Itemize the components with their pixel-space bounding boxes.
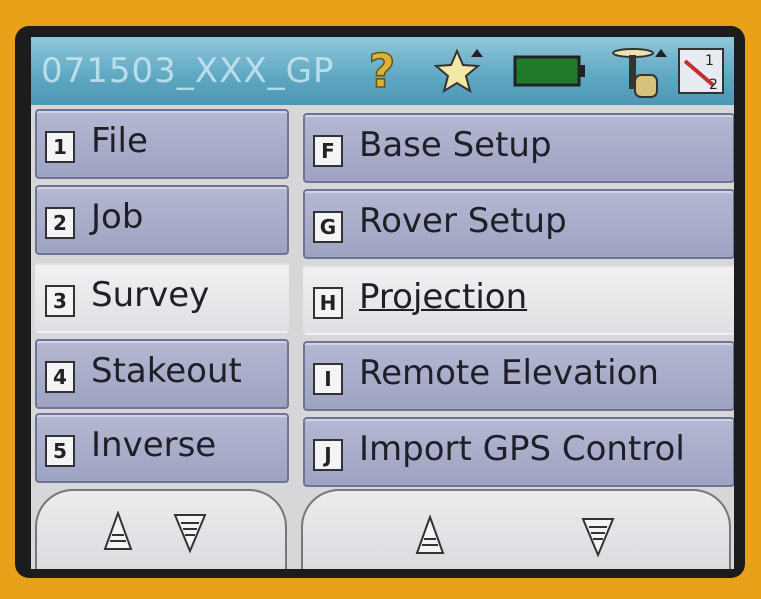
hotkey-2: 2: [45, 207, 75, 239]
menu-import-gps-control-label: Import GPS Control: [359, 429, 685, 469]
menu-import-gps-control-button[interactable]: J Import GPS Control: [303, 417, 734, 487]
svg-text:2: 2: [709, 77, 718, 93]
menu-remote-elevation-label: Remote Elevation: [359, 353, 659, 393]
hotkey-5: 5: [45, 435, 75, 467]
hotkey-1: 1: [45, 131, 75, 163]
menu-stakeout-button[interactable]: 4 Stakeout: [35, 339, 289, 409]
menu-job-label: Job: [91, 197, 144, 237]
menu-base-setup-label: Base Setup: [359, 125, 552, 165]
menu-inverse-label: Inverse: [91, 425, 217, 465]
hotkey-4: 4: [45, 361, 75, 393]
menu-base-setup-button[interactable]: F Base Setup: [303, 113, 734, 183]
menu-file-label: File: [91, 121, 148, 161]
left-scroll-panel: [35, 489, 287, 569]
right-scroll-panel: [301, 489, 731, 569]
help-icon[interactable]: ?: [361, 45, 403, 97]
menu-inverse-button[interactable]: 5 Inverse: [35, 413, 289, 483]
menu-rover-setup-label: Rover Setup: [359, 201, 567, 241]
hotkey-j: J: [313, 439, 343, 471]
menu-projection-label: Projection: [359, 277, 528, 317]
menu-file-button[interactable]: 1 File: [35, 109, 289, 179]
title-bar: 071503_XXX_GP ? 1 2: [31, 37, 734, 105]
battery-icon: [513, 55, 585, 87]
svg-text:1: 1: [705, 53, 714, 69]
device-screen: 071503_XXX_GP ? 1 2 1 File 2 Job 3 Surve…: [31, 37, 734, 569]
gps-antenna-icon: [612, 48, 667, 98]
page-up-arrow-icon[interactable]: [415, 515, 445, 557]
menu-projection-button[interactable]: H Projection: [303, 265, 734, 335]
menu-rover-setup-button[interactable]: G Rover Setup: [303, 189, 734, 259]
hotkey-f: F: [313, 135, 343, 167]
menu-survey-button[interactable]: 3 Survey: [35, 263, 289, 333]
hotkey-3: 3: [45, 285, 75, 317]
scroll-up-arrow-icon[interactable]: [103, 511, 133, 553]
hotkey-i: I: [313, 363, 343, 395]
svg-text:?: ?: [369, 45, 396, 97]
page-down-arrow-icon[interactable]: [581, 515, 615, 557]
job-name: 071503_XXX_GP: [41, 51, 335, 91]
scroll-down-arrow-icon[interactable]: [173, 511, 207, 553]
switch-screen-icon[interactable]: 1 2: [677, 45, 727, 97]
menu-remote-elevation-button[interactable]: I Remote Elevation: [303, 341, 734, 411]
hotkey-h: H: [313, 287, 343, 319]
menu-job-button[interactable]: 2 Job: [35, 185, 289, 255]
favorites-star-icon[interactable]: [433, 45, 495, 99]
menu-stakeout-label: Stakeout: [91, 351, 242, 391]
menu-survey-label: Survey: [91, 275, 210, 315]
hotkey-g: G: [313, 211, 343, 243]
